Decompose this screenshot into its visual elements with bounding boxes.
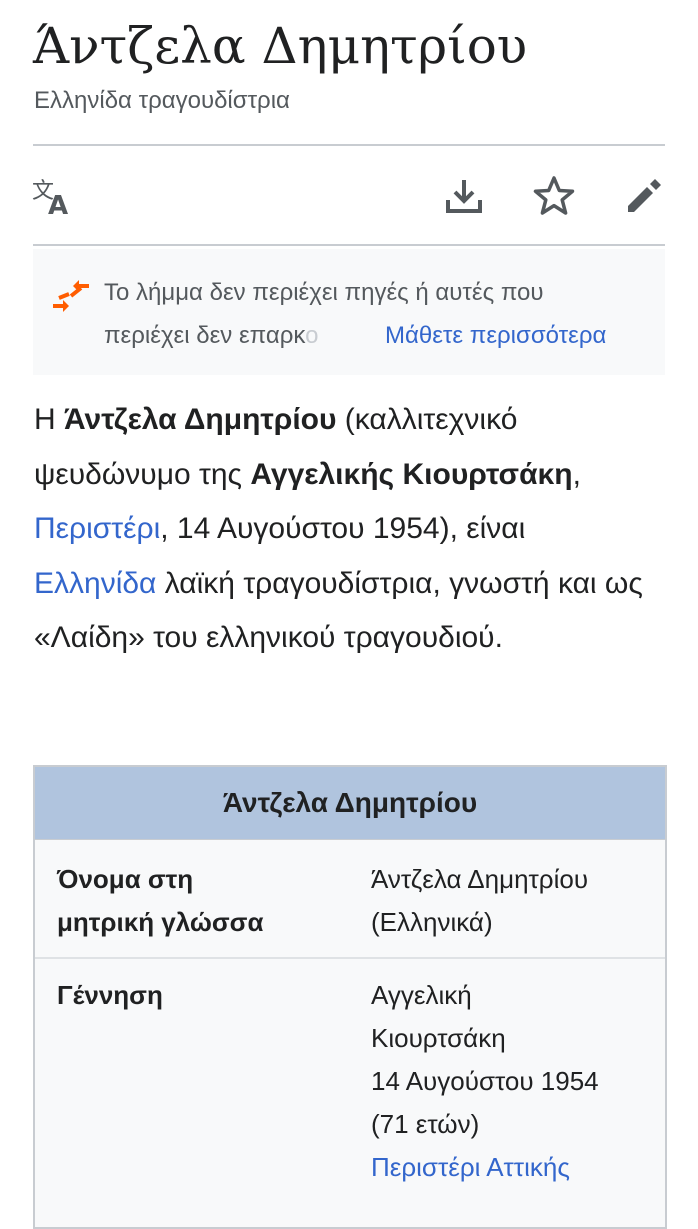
page-subtitle: Ελληνίδα τραγουδίστρια [34,87,290,114]
infobox-value: Άντζελα Δημητρίου (Ελληνικά) [371,858,651,944]
lead-paragraph: Η Άντζελα Δημητρίου (καλλιτεχνικό ψευδών… [34,393,654,666]
translate-icon[interactable]: 文 A [30,172,78,220]
divider [33,144,665,146]
download-icon[interactable] [440,172,488,220]
birthplace-link[interactable]: Περιστέρι [34,512,160,545]
lead-subject-name: Άντζελα Δημητρίου [64,403,337,436]
lead-text: Η [34,403,64,436]
value-line: Αγγελική [371,980,472,1010]
infobox-row-native-name: Όνομα στη μητρική γλώσσα Άντζελα Δημητρί… [35,840,665,959]
notice-text: Το λήμμα δεν περιέχει πηγές ή αυτές που … [104,271,664,357]
learn-more-link[interactable]: Μάθετε περισσότερα [385,314,606,357]
label-line: μητρική γλώσσα [57,907,264,937]
value-line: Κιουρτσάκη [371,1023,506,1053]
lead-text: , 14 Αυγούστου 1954), είναι [160,512,526,545]
infobox-value: Αγγελική Κιουρτσάκη 14 Αυγούστου 1954 (7… [371,974,651,1189]
infobox-row-birth: Γέννηση Αγγελική Κιουρτσάκη 14 Αυγούστου… [35,959,665,1219]
issues-notice[interactable]: Το λήμμα δεν περιέχει πηγές ή αυτές που … [33,249,665,375]
infobox-label: Γέννηση [57,980,163,1010]
star-icon[interactable] [530,172,578,220]
notice-line2: περιέχει δεν επαρκ [104,322,306,349]
birthplace-infobox-link[interactable]: Περιστέρι Αττικής [371,1152,570,1182]
label-line: Όνομα στη [57,864,194,894]
value-line: 14 Αυγούστου 1954 [371,1066,599,1096]
pencil-icon[interactable] [620,172,668,220]
svg-text:A: A [48,191,68,216]
page-title: Άντζελα Δημητρίου [33,17,528,75]
nationality-link[interactable]: Ελληνίδα [34,567,156,600]
notice-line1: Το λήμμα δεν περιέχει πηγές ή αυτές που [104,279,544,306]
divider [33,244,665,246]
infobox-heading: Άντζελα Δημητρίου [35,767,665,840]
value-line: Άντζελα Δημητρίου [371,864,589,894]
arrows-icon [53,280,89,312]
value-line: (71 ετών) [371,1109,480,1139]
infobox: Άντζελα Δημητρίου Όνομα στη μητρική γλώσ… [33,765,667,1229]
value-line: (Ελληνικά) [371,907,493,937]
lead-text: , [572,457,581,491]
infobox-label: Όνομα στη μητρική γλώσσα [57,858,263,944]
lead-real-name: Αγγελικής Κιουρτσάκη [250,457,573,491]
notice-line2-fade: ο [305,322,319,349]
